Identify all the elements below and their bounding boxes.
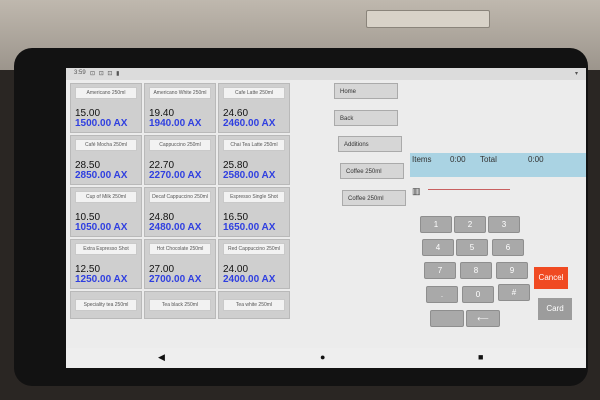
cancel-button[interactable]: Cancel bbox=[534, 267, 568, 289]
product-tile[interactable]: Cappuccino 250ml 22.70 2270.00 AX bbox=[144, 135, 216, 185]
product-name: Speciality tea 250ml bbox=[75, 299, 137, 311]
product-tile[interactable]: Decaf Cappuccino 250ml 24.80 2480.00 AX bbox=[144, 187, 216, 237]
additions-button[interactable]: Additions bbox=[338, 136, 402, 152]
product-tile[interactable]: Chai Tea Latte 250ml 25.80 2580.00 AX bbox=[218, 135, 290, 185]
key-8[interactable]: 8 bbox=[460, 262, 492, 279]
product-price-ax: 2460.00 AX bbox=[223, 118, 276, 129]
product-name: Cappuccino 250ml bbox=[149, 139, 211, 151]
key-6[interactable]: 6 bbox=[492, 239, 524, 256]
product-name: Tea black 250ml bbox=[149, 299, 211, 311]
device-slot bbox=[366, 10, 490, 28]
card-button[interactable]: Card bbox=[538, 298, 572, 320]
product-tile[interactable]: Hot Chocolate 250ml 27.00 2700.00 AX bbox=[144, 239, 216, 289]
product-price-ax: 2270.00 AX bbox=[149, 170, 202, 181]
product-price-ax: 2850.00 AX bbox=[75, 170, 128, 181]
product-name: Red Cappuccino 250ml bbox=[223, 243, 285, 255]
wifi-icon: ▾ bbox=[574, 71, 578, 77]
product-tile[interactable]: Americano White 250ml 19.40 1940.00 AX bbox=[144, 83, 216, 133]
product-name: Americano 250ml bbox=[75, 87, 137, 99]
product-name: Chai Tea Latte 250ml bbox=[223, 139, 285, 151]
product-tile[interactable]: Extra Espresso Shot 12.50 1250.00 AX bbox=[70, 239, 142, 289]
product-price-ax: 2700.00 AX bbox=[149, 274, 202, 285]
pos-screen: 3:59 ⊡ ⊡ ⊡ ▮ ▾ Americano 250ml 15.00 150… bbox=[66, 68, 586, 368]
items-label: Items bbox=[412, 155, 432, 164]
nav-back-icon[interactable]: ◀ bbox=[158, 352, 165, 363]
key-blank[interactable] bbox=[430, 310, 464, 327]
key-9[interactable]: 9 bbox=[496, 262, 528, 279]
product-name: Espresso Single Shot bbox=[223, 191, 285, 203]
items-value: 0:00 bbox=[450, 155, 466, 164]
product-tile[interactable]: Speciality tea 250ml bbox=[70, 291, 142, 319]
product-name: Decaf Cappuccino 250ml bbox=[149, 191, 211, 203]
product-tile[interactable]: Espresso Single Shot 16.50 1650.00 AX bbox=[218, 187, 290, 237]
product-price-ax: 1940.00 AX bbox=[149, 118, 202, 129]
product-price-ax: 1250.00 AX bbox=[75, 274, 128, 285]
product-tile[interactable]: Cafe Latte 250ml 24.60 2460.00 AX bbox=[218, 83, 290, 133]
product-price-ax: 1650.00 AX bbox=[223, 222, 276, 233]
product-tile[interactable]: Tea black 250ml bbox=[144, 291, 216, 319]
key-hash[interactable]: # bbox=[498, 284, 530, 301]
home-button[interactable]: Home bbox=[334, 83, 398, 99]
product-name: Café Mocha 250ml bbox=[75, 139, 137, 151]
navigation-bar: ◀ ● ■ bbox=[66, 348, 586, 368]
backspace-button[interactable]: ⟵ bbox=[466, 310, 500, 327]
product-tile[interactable]: Café Mocha 250ml 28.50 2850.00 AX bbox=[70, 135, 142, 185]
order-summary: Items 0:00 Total 0:00 bbox=[410, 153, 586, 177]
product-name: Hot Chocolate 250ml bbox=[149, 243, 211, 255]
product-tile[interactable]: Americano 250ml 15.00 1500.00 AX bbox=[70, 83, 142, 133]
key-dot[interactable]: . bbox=[426, 286, 458, 303]
order-line-divider bbox=[428, 189, 510, 190]
product-name: Tea white 250ml bbox=[223, 299, 285, 311]
product-price-ax: 1050.00 AX bbox=[75, 222, 128, 233]
key-2[interactable]: 2 bbox=[454, 216, 486, 233]
status-icons: ⊡ ⊡ ⊡ ▮ bbox=[90, 71, 121, 77]
nav-recents-icon[interactable]: ■ bbox=[478, 352, 483, 362]
product-tile[interactable]: Cup of Milk 250ml 10.50 1050.00 AX bbox=[70, 187, 142, 237]
product-price-ax: 2400.00 AX bbox=[223, 274, 276, 285]
key-5[interactable]: 5 bbox=[456, 239, 488, 256]
product-price-ax: 2480.00 AX bbox=[149, 222, 202, 233]
product-price-ax: 1500.00 AX bbox=[75, 118, 128, 129]
status-bar: 3:59 ⊡ ⊡ ⊡ ▮ ▾ bbox=[66, 68, 586, 80]
barcode-icon: ▥ bbox=[412, 186, 421, 196]
total-label: Total bbox=[480, 155, 497, 164]
product-name: Cup of Milk 250ml bbox=[75, 191, 137, 203]
back-button[interactable]: Back bbox=[334, 110, 398, 126]
product-name: Americano White 250ml bbox=[149, 87, 211, 99]
key-4[interactable]: 4 bbox=[422, 239, 454, 256]
nav-home-icon[interactable]: ● bbox=[320, 352, 325, 362]
key-3[interactable]: 3 bbox=[488, 216, 520, 233]
key-0[interactable]: 0 bbox=[462, 286, 494, 303]
key-7[interactable]: 7 bbox=[424, 262, 456, 279]
product-grid: Americano 250ml 15.00 1500.00 AX America… bbox=[70, 83, 294, 345]
product-name: Cafe Latte 250ml bbox=[223, 87, 285, 99]
backspace-icon: ⟵ bbox=[477, 314, 489, 323]
total-value: 0:00 bbox=[528, 155, 544, 164]
coffee-button[interactable]: Coffee 250ml bbox=[340, 163, 404, 179]
coffee-button[interactable]: Coffee 250ml bbox=[342, 190, 406, 206]
status-time: 3:59 bbox=[74, 70, 86, 76]
key-1[interactable]: 1 bbox=[420, 216, 452, 233]
product-tile[interactable]: Red Cappuccino 250ml 24.00 2400.00 AX bbox=[218, 239, 290, 289]
product-tile[interactable]: Tea white 250ml bbox=[218, 291, 290, 319]
product-name: Extra Espresso Shot bbox=[75, 243, 137, 255]
product-price-ax: 2580.00 AX bbox=[223, 170, 276, 181]
